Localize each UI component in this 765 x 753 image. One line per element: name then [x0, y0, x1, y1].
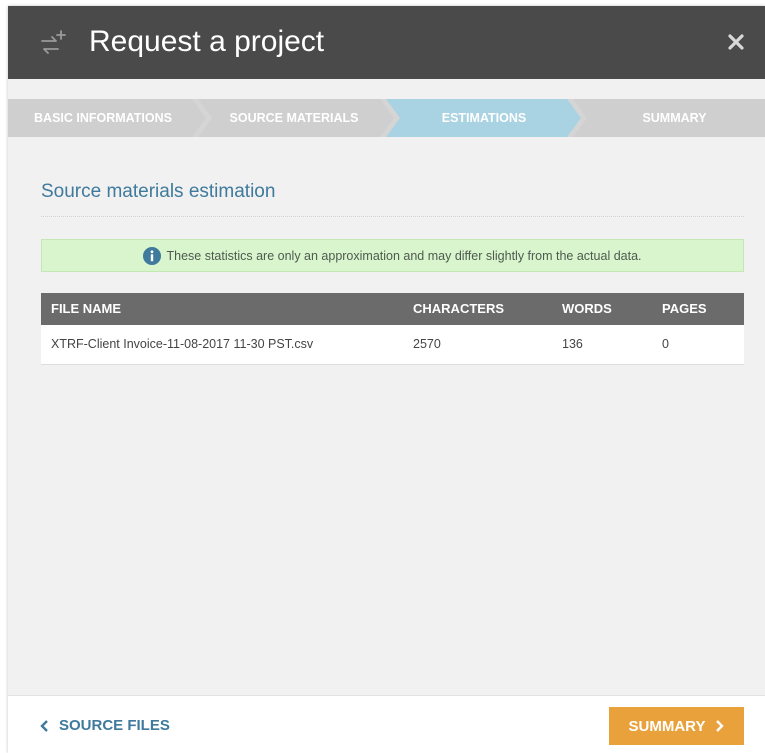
wizard-steps: BASIC INFORMATIONS SOURCE MATERIALS ESTI…	[8, 99, 765, 137]
step-summary[interactable]: SUMMARY	[584, 99, 765, 137]
back-source-files-button[interactable]: SOURCE FILES	[40, 717, 170, 734]
next-label: SUMMARY	[628, 717, 706, 735]
request-project-modal: Request a project BASIC INFORMATIONS SOU…	[8, 6, 765, 753]
summary-next-button[interactable]: SUMMARY	[609, 707, 744, 745]
notice-text: These statistics are only an approximati…	[166, 248, 642, 263]
chevron-right-icon	[716, 720, 725, 732]
modal-title: Request a project	[89, 25, 325, 58]
back-label: SOURCE FILES	[59, 717, 170, 734]
step-basic-informations[interactable]: BASIC INFORMATIONS	[8, 99, 198, 137]
info-icon	[143, 246, 162, 265]
estimation-table: FILE NAME CHARACTERS WORDS PAGES XTRF-Cl…	[41, 293, 744, 365]
section-title: Source materials estimation	[41, 181, 276, 202]
step-source-materials[interactable]: SOURCE MATERIALS	[204, 99, 384, 137]
approximation-notice: These statistics are only an approximati…	[41, 239, 744, 272]
add-workflow-icon	[41, 30, 66, 54]
column-words: WORDS	[562, 301, 612, 316]
words-cell: 136	[562, 337, 583, 351]
close-icon[interactable]	[727, 33, 745, 51]
characters-cell: 2570	[413, 337, 441, 351]
table-header: FILE NAME CHARACTERS WORDS PAGES	[41, 293, 744, 325]
column-file-name: FILE NAME	[51, 301, 122, 316]
chevron-left-icon	[40, 719, 48, 732]
column-pages: PAGES	[662, 301, 707, 316]
section-divider	[41, 216, 744, 217]
step-estimations[interactable]: ESTIMATIONS	[394, 99, 574, 137]
file-name-cell: XTRF-Client Invoice-11-08-2017 11-30 PST…	[51, 337, 314, 351]
column-characters: CHARACTERS	[413, 301, 504, 316]
modal-header: Request a project	[8, 6, 765, 79]
table-row: XTRF-Client Invoice-11-08-2017 11-30 PST…	[41, 325, 744, 364]
pages-cell: 0	[662, 337, 669, 351]
modal-footer: SOURCE FILES SUMMARY	[8, 695, 765, 753]
